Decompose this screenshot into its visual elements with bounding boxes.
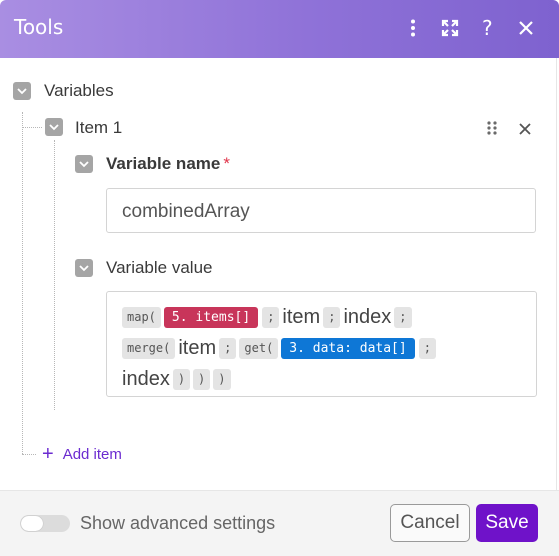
advanced-settings-label: Show advanced settings xyxy=(80,513,276,533)
save-button[interactable]: Save xyxy=(476,504,538,542)
formula-line: map( 5. items[] ; item ; index ; xyxy=(122,302,536,333)
tree-guide xyxy=(22,112,23,454)
tree-guide xyxy=(54,140,55,410)
function-token[interactable]: get( xyxy=(239,338,279,359)
tree-guide xyxy=(22,454,36,455)
svg-text:?: ? xyxy=(482,18,493,38)
chevron-down-icon xyxy=(17,87,27,94)
close-paren-token[interactable]: ) xyxy=(213,369,231,390)
required-mark: * xyxy=(223,154,230,173)
dialog-title: Tools xyxy=(14,15,64,39)
more-vertical-icon[interactable] xyxy=(399,14,427,42)
formula-text: item xyxy=(178,337,217,359)
advanced-settings-toggle[interactable] xyxy=(20,515,70,532)
separator-token[interactable]: ; xyxy=(418,338,436,359)
function-token[interactable]: map( xyxy=(122,307,161,328)
mapped-item-pill[interactable]: 5. items[] xyxy=(163,307,259,328)
expand-icon[interactable] xyxy=(436,14,464,42)
item-label: Item 1 xyxy=(75,118,123,137)
separator-token[interactable]: ; xyxy=(262,307,280,328)
scrollbar[interactable] xyxy=(556,58,557,490)
collapse-variable-name-toggle[interactable] xyxy=(75,155,93,173)
section-label-variables: Variables xyxy=(44,81,114,100)
formula-text: index xyxy=(122,368,170,390)
remove-item-icon[interactable] xyxy=(519,122,531,140)
formula-text: index xyxy=(343,306,392,328)
add-item-label: Add item xyxy=(62,445,122,463)
formula-text: item xyxy=(282,306,321,328)
tree-guide xyxy=(22,127,42,128)
close-icon[interactable] xyxy=(512,14,540,42)
dialog-header: Tools ? xyxy=(0,0,559,58)
collapse-item-toggle[interactable] xyxy=(45,118,63,136)
formula-line: merge( item ; get( 3. data: data[] ; xyxy=(122,333,536,364)
separator-token[interactable]: ; xyxy=(394,307,412,328)
chevron-down-icon xyxy=(79,264,89,271)
chevron-down-icon xyxy=(49,123,59,130)
help-icon[interactable]: ? xyxy=(474,14,502,42)
close-paren-token[interactable]: ) xyxy=(193,369,211,390)
variable-value-label: Variable value xyxy=(106,258,213,277)
chevron-down-icon xyxy=(79,160,89,167)
drag-handle-icon[interactable] xyxy=(486,120,498,141)
formula-line: index ) ) ) xyxy=(122,364,536,395)
separator-token[interactable]: ; xyxy=(219,338,237,359)
close-paren-token[interactable]: ) xyxy=(172,369,191,390)
toggle-knob xyxy=(21,516,43,531)
variable-name-label-text: Variable name xyxy=(106,154,221,173)
separator-token[interactable]: ; xyxy=(323,307,341,328)
collapse-variable-value-toggle[interactable] xyxy=(75,259,93,277)
add-item-button[interactable]: + Add item xyxy=(42,444,122,464)
mapped-item-pill[interactable]: 3. data: data[] xyxy=(281,338,415,359)
variable-name-label: Variable name * xyxy=(106,154,230,174)
cancel-button[interactable]: Cancel xyxy=(390,504,470,542)
variable-name-input[interactable]: combinedArray xyxy=(106,188,536,233)
plus-icon: + xyxy=(42,443,54,465)
variable-value-editor[interactable]: map( 5. items[] ; item ; index ; merge( … xyxy=(106,291,537,397)
function-token[interactable]: merge( xyxy=(122,338,176,359)
collapse-variables-toggle[interactable] xyxy=(13,82,31,100)
